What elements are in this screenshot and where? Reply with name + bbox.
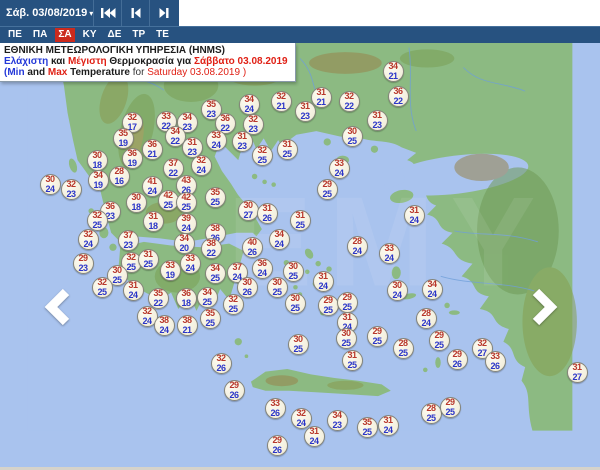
tab-ΔΕ[interactable]: ΔΕ bbox=[105, 28, 125, 42]
date-dropdown[interactable]: Σάβ. 03/08/2019 ▾ bbox=[0, 7, 93, 19]
next-day-icon bbox=[158, 7, 170, 19]
first-day-button[interactable] bbox=[93, 0, 121, 26]
tab-ΣΑ[interactable]: ΣΑ bbox=[55, 28, 75, 42]
top-toolbar: Σάβ. 03/08/2019 ▾ bbox=[0, 0, 600, 26]
chevron-right-icon bbox=[530, 287, 558, 327]
day-tabs: ΠΕ ΠΑ ΣΑ ΚΥ ΔΕ ΤΡ ΤΕ bbox=[0, 26, 600, 43]
next-day-button[interactable] bbox=[149, 0, 177, 26]
prev-day-button[interactable] bbox=[121, 0, 149, 26]
tab-ΠΑ[interactable]: ΠΑ bbox=[30, 28, 50, 42]
agency-title: ΕΘΝΙΚΗ ΜΕΤΕΩΡΟΛΟΓΙΚΗ ΥΠΗΡΕΣΙΑ (HNMS) bbox=[4, 45, 225, 56]
legend-line-greek: Ελάχιστη και Μέγιστη Θερμοκρασία για Σάβ… bbox=[4, 56, 288, 67]
next-map-arrow[interactable] bbox=[530, 287, 558, 327]
previous-map-arrow[interactable] bbox=[44, 287, 72, 327]
legend-line-english: (Min and Max Temperature for Saturday 03… bbox=[4, 67, 247, 78]
hnms-weather-app: Σάβ. 03/08/2019 ▾ ΠΕ ΠΑ ΣΑ ΚΥ ΔΕ ΤΡ ΤΕ Ε… bbox=[0, 0, 600, 470]
tab-ΤΕ[interactable]: ΤΕ bbox=[153, 28, 172, 42]
tab-ΚΥ[interactable]: ΚΥ bbox=[80, 28, 100, 42]
tab-ΤΡ[interactable]: ΤΡ bbox=[129, 28, 148, 42]
skip-to-first-icon bbox=[100, 7, 116, 19]
date-label: Σάβ. 03/08/2019 bbox=[6, 7, 88, 19]
toolbar-navy-section: Σάβ. 03/08/2019 ▾ bbox=[0, 0, 179, 26]
legend-info-box: ΕΘΝΙΚΗ ΜΕΤΕΩΡΟΛΟΓΙΚΗ ΥΠΗΡΕΣΙΑ (HNMS) Ελά… bbox=[0, 43, 296, 82]
tab-ΠΕ[interactable]: ΠΕ bbox=[5, 28, 25, 42]
greece-map-terrain: ΕΜΥ bbox=[27, 43, 577, 431]
previous-day-icon bbox=[130, 7, 142, 19]
chevron-left-icon bbox=[44, 287, 72, 327]
greece-temperature-map: ΕΜΥ ΕΘΝΙΚΗ ΜΕΤΕΩΡΟΛΟΓΙΚΗ ΥΠΗΡΕΣΙΑ (HNMS)… bbox=[0, 43, 600, 467]
hnms-watermark: ΕΜΥ bbox=[227, 170, 551, 312]
